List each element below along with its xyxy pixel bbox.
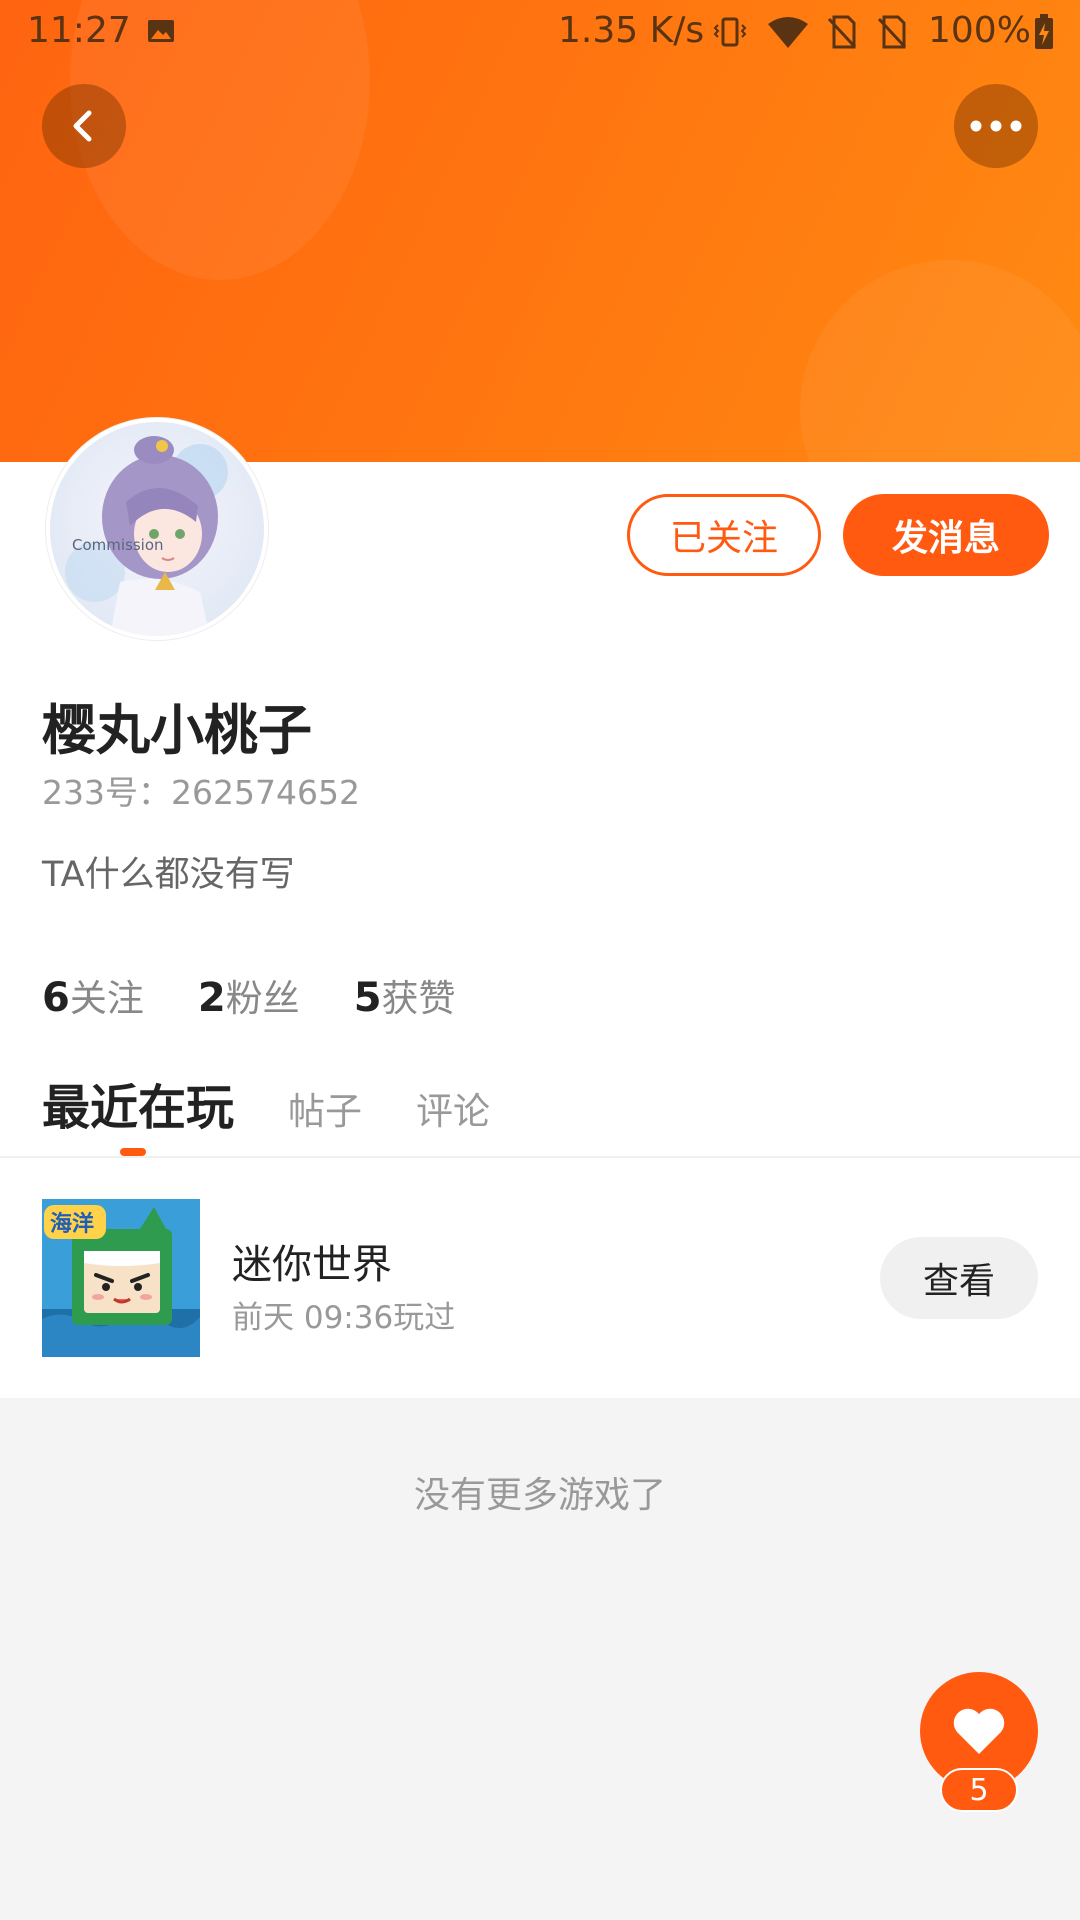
send-message-button[interactable]: 发消息 <box>843 494 1049 576</box>
status-bar: 11:27 1.35 K/s 100% <box>0 0 1080 64</box>
profile-tabs: 最近在玩 帖子 评论 <box>42 1068 544 1138</box>
banner-decoration <box>800 260 1080 462</box>
username: 樱丸小桃子 <box>42 699 312 762</box>
stat-value: 2 <box>197 975 226 1021</box>
game-last-played: 前天 09:36玩过 <box>232 1300 456 1336</box>
game-thumbnail[interactable]: 海洋 <box>42 1199 200 1357</box>
game-name[interactable]: 迷你世界 <box>232 1232 392 1290</box>
list-end-text: 没有更多游戏了 <box>413 1475 666 1516</box>
wifi-icon <box>768 17 808 48</box>
more-dots-icon <box>970 120 1022 132</box>
user-bio: TA什么都没有写 <box>42 855 295 895</box>
sim-off-icon <box>877 15 907 49</box>
network-speed: 1.35 K/s <box>558 10 705 51</box>
status-time: 11:27 <box>27 10 131 51</box>
user-id: 233号：262574652 <box>42 773 360 812</box>
tab-comments[interactable]: 评论 <box>416 1081 490 1135</box>
stat-following[interactable]: 6 关注 <box>42 968 144 1022</box>
like-count-badge: 5 <box>940 1768 1018 1812</box>
heart-icon <box>953 1708 1005 1754</box>
chevron-left-icon <box>73 110 92 142</box>
stat-label: 关注 <box>69 977 144 1020</box>
followed-button[interactable]: 已关注 <box>627 494 821 576</box>
active-tab-indicator <box>120 1148 146 1156</box>
sim-off-icon <box>827 15 857 49</box>
stat-label: 获赞 <box>381 977 456 1020</box>
battery-charging-icon <box>1035 14 1053 49</box>
battery-percentage: 100% <box>928 10 1031 51</box>
stat-value: 5 <box>353 975 382 1021</box>
tab-recently-played[interactable]: 最近在玩 <box>42 1068 234 1138</box>
stat-value: 6 <box>42 975 70 1021</box>
avatar-image: Commission <box>50 422 264 636</box>
stat-followers[interactable]: 2 粉丝 <box>198 968 300 1022</box>
tab-posts[interactable]: 帖子 <box>288 1081 362 1135</box>
stat-likes[interactable]: 5 获赞 <box>354 968 456 1022</box>
image-icon <box>148 20 174 42</box>
avatar[interactable]: Commission <box>46 418 268 640</box>
vibrate-icon <box>713 17 747 47</box>
stat-label: 粉丝 <box>225 977 300 1020</box>
tabs-divider <box>0 1156 1080 1158</box>
profile-banner <box>0 0 1080 462</box>
more-button[interactable] <box>954 84 1038 168</box>
back-button[interactable] <box>42 84 126 168</box>
avatar-watermark: Commission <box>72 536 164 554</box>
profile-stats: 6 关注 2 粉丝 5 获赞 <box>42 968 510 1022</box>
game-thumbnail-badge: 海洋 <box>50 1211 94 1237</box>
view-game-button[interactable]: 查看 <box>880 1237 1038 1319</box>
